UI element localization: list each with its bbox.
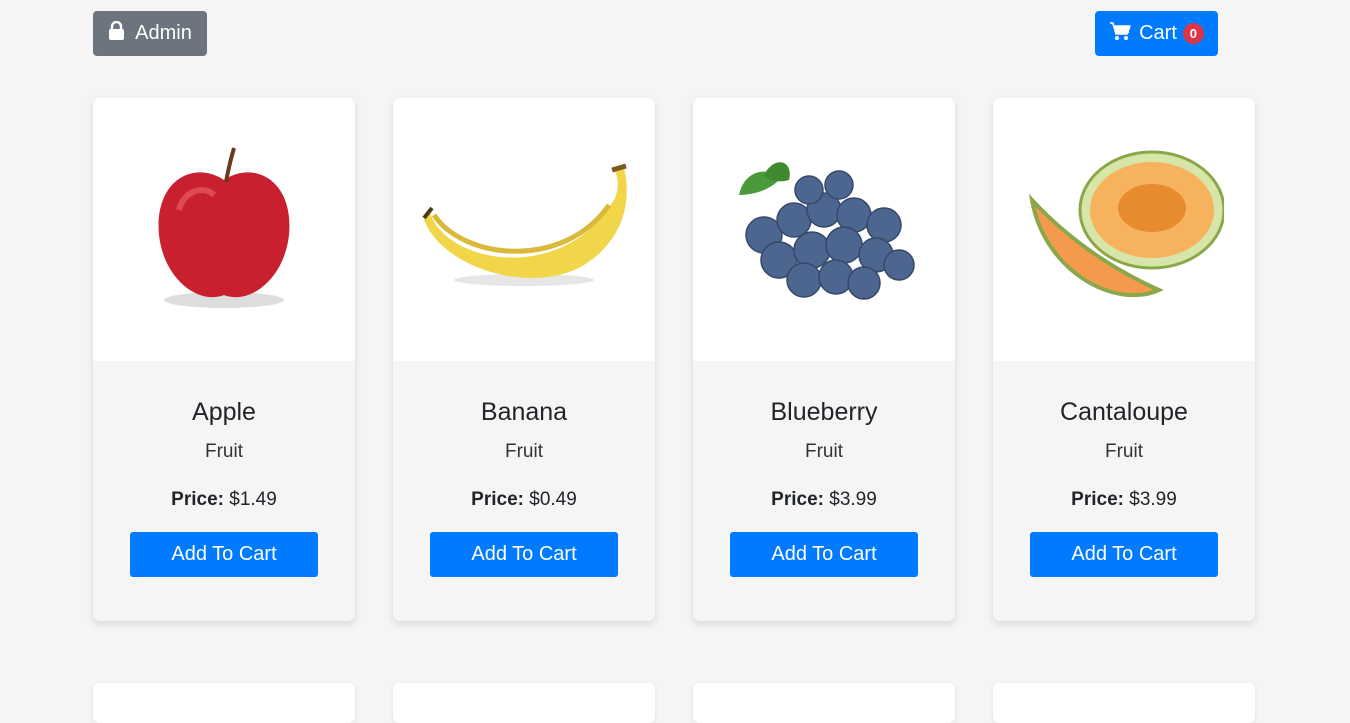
add-to-cart-button[interactable]: Add To Cart (730, 532, 918, 577)
add-to-cart-button[interactable]: Add To Cart (430, 532, 618, 577)
lock-icon (108, 20, 125, 47)
cantaloupe-image (993, 98, 1255, 361)
product-category: Fruit (505, 441, 543, 462)
product-name: Cantaloupe (1060, 398, 1188, 426)
product-category: Fruit (805, 441, 843, 462)
product-card-partial (693, 683, 955, 723)
price-label: Price: (171, 489, 224, 510)
product-name: Apple (192, 398, 256, 426)
blueberry-image (693, 98, 955, 361)
product-price: Price: $3.99 (993, 489, 1255, 511)
price-value: $0.49 (529, 489, 577, 510)
cart-count-badge: 0 (1182, 23, 1204, 44)
product-name: Blueberry (770, 398, 878, 426)
product-price: Price: $3.99 (693, 489, 955, 511)
add-to-cart-button[interactable]: Add To Cart (130, 532, 318, 577)
product-price: Price: $1.49 (93, 489, 355, 511)
shopping-cart-icon (1109, 21, 1131, 47)
banana-image (393, 98, 655, 361)
price-label: Price: (471, 489, 524, 510)
add-to-cart-button[interactable]: Add To Cart (1030, 532, 1218, 577)
price-value: $3.99 (829, 489, 877, 510)
product-category: Fruit (1105, 441, 1143, 462)
product-card-partial (93, 683, 355, 723)
admin-button[interactable]: Admin (93, 11, 207, 56)
product-price: Price: $0.49 (393, 489, 655, 511)
product-name: Banana (480, 398, 568, 426)
product-card-cantaloupe: Cantaloupe Fruit Price: $3.99 Add To Car… (993, 98, 1255, 621)
apple-image (93, 98, 355, 361)
cart-button[interactable]: Cart 0 (1095, 11, 1218, 56)
price-label: Price: (1071, 489, 1124, 510)
product-card-blueberry: Blueberry Fruit Price: $3.99 Add To Cart (693, 98, 955, 621)
product-card-partial (393, 683, 655, 723)
top-bar: Admin Cart 0 (0, 0, 1350, 70)
product-category: Fruit (205, 441, 243, 462)
product-card-banana: Banana Fruit Price: $0.49 Add To Cart (393, 98, 655, 621)
admin-label: Admin (135, 22, 192, 44)
cart-label: Cart (1139, 22, 1177, 44)
product-card-partial (993, 683, 1255, 723)
price-value: $3.99 (1129, 489, 1177, 510)
price-label: Price: (771, 489, 824, 510)
price-value: $1.49 (229, 489, 277, 510)
product-card-apple: Apple Fruit Price: $1.49 Add To Cart (93, 98, 355, 621)
